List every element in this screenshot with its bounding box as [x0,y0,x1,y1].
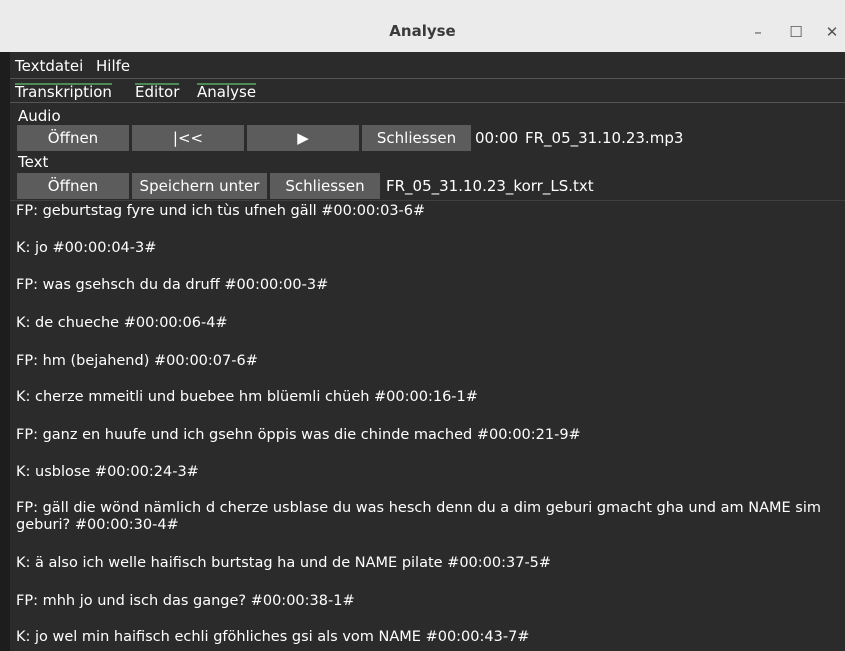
transcript-line: FP: hm (bejahend) #00:00:07-6# [16,353,258,369]
transcript-line: K: usblose #00:00:24-3# [16,464,199,480]
audio-open-button[interactable]: Öffnen [17,125,129,151]
audio-filename: FR_05_31.10.23.mp3 [525,129,684,147]
text-filename: FR_05_31.10.23_korr_LS.txt [386,177,594,195]
tab-bar: Transkription Editor Analyse [10,80,845,102]
transcript-line: FP: mhh jo und isch das gange? #00:00:38… [16,593,355,609]
transcript-line: K: ä also ich welle haifisch burtstag ha… [16,555,552,571]
text-open-button[interactable]: Öffnen [17,173,129,199]
transcript-area[interactable]: FP: geburtstag fyre und ich tùs ufneh gä… [10,198,845,651]
transcript-line: K: jo wel min haifisch echli gföhliches … [16,629,530,645]
tab-analyse[interactable]: Analyse [197,83,257,100]
title-bar: Analyse – ☐ ✕ [0,0,845,53]
transcript-line: K: jo #00:00:04-3# [16,240,157,256]
tab-editor[interactable]: Editor [135,83,180,100]
menubar-divider [10,78,845,79]
maximize-icon[interactable]: ☐ [786,22,806,42]
window-border [0,52,10,651]
audio-play-button[interactable]: ▶ [247,125,359,151]
menubar: Textdatei Hilfe [10,52,845,78]
transcript-line: K: cherze mmeitli und buebee hm blüemli … [16,389,478,405]
transcript-line: FP: was gsehsch du da druff #00:00:00-3# [16,277,329,293]
transcript-line: FP: ganz en huufe und ich gsehn öppis wa… [16,427,581,443]
audio-section-label: Audio [18,107,61,125]
tab-divider [10,102,845,103]
transcript-line: FP: geburtstag fyre und ich tùs ufneh gä… [16,203,426,219]
minimize-icon[interactable]: – [748,22,768,42]
audio-close-button[interactable]: Schliessen [362,125,471,151]
tab-transkription[interactable]: Transkription [15,83,112,100]
text-save-as-button[interactable]: Speichern unter [132,173,267,199]
audio-rewind-button[interactable]: |<< [132,125,244,151]
app-body: Textdatei Hilfe Transkription Editor Ana… [10,52,845,651]
audio-time: 00:00 [475,129,519,147]
window-title: Analyse [389,22,456,40]
text-section-label: Text [18,153,49,171]
menu-hilfe[interactable]: Hilfe [96,57,130,75]
text-close-button[interactable]: Schliessen [270,173,380,199]
close-icon[interactable]: ✕ [822,22,842,42]
transcript-line: FP: gäll die wönd nämlich d cherze usbla… [16,500,821,533]
menu-textdatei[interactable]: Textdatei [15,57,83,75]
transcript-line: K: de chueche #00:00:06-4# [16,315,228,331]
